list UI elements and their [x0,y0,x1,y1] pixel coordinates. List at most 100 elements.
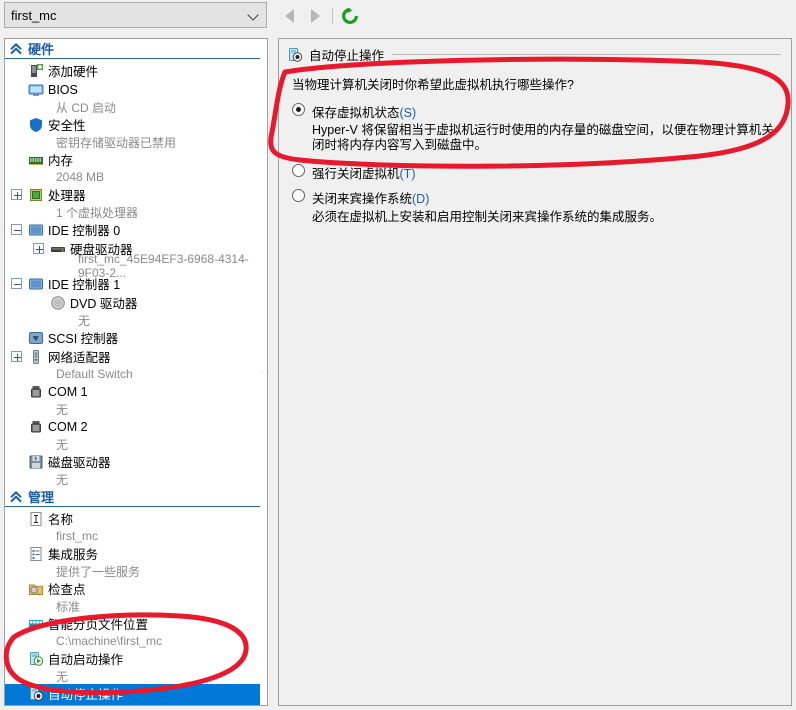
auto-stop-icon [289,47,303,62]
sidebar-item-label: 集成服务 [48,548,99,562]
option-shut-down-guest-label: 关闭来宾操作系统(D) [312,192,430,206]
bios-monitor-icon [28,84,44,96]
sidebar-item-subtext: first_mc [56,529,98,543]
add-hardware-icon [31,63,43,77]
sidebar-item-subtext: 无 [78,313,91,328]
integration-services-icon [30,546,42,561]
scsi-controller-icon [29,331,43,344]
radio-turn-off[interactable] [292,164,305,177]
shield-icon [30,117,42,132]
sidebar-item-floppy-drive[interactable]: 磁盘驱动器 [5,452,267,471]
sidebar-item-subtext: Default Switch [56,367,133,381]
auto-stop-icon [30,686,44,701]
sidebar-item-checkpoints[interactable]: 检查点 [5,579,267,598]
sidebar-item-network-adapter[interactable]: 网络适配器 [5,347,267,366]
ide-controller-icon [29,224,43,235]
sidebar-item-automatic-stop-action[interactable]: 自动停止操作 [5,684,267,703]
section-header-hardware[interactable]: 硬件 [5,39,267,59]
sidebar-item-subtext: 保存 [5,703,267,705]
option-save-state-label: 保存虚拟机状态(S) [312,106,417,120]
refresh-button[interactable] [337,3,363,29]
chevron-double-up-icon [10,490,22,502]
toolbar-divider [332,8,333,24]
sidebar-item-label: 自动停止操作 [48,688,124,702]
sidebar-item-subtext: 提供了一些服务 [56,564,141,579]
com-port-icon [31,420,41,432]
settings-navigation-sidebar[interactable]: 硬件 添加硬件 BIOS 从 CD 启动 安全性 密钥存储驱动器已禁用 内存 2048 MB 处… [4,38,268,706]
sidebar-item-label: 磁盘驱动器 [48,456,111,470]
sidebar-item-automatic-start-action[interactable]: 自动启动操作 [5,649,267,668]
sidebar-item-subtext: 标准 [56,599,81,614]
detail-pane-body: 当物理计算机关闭时你希望此虚拟机执行哪些操作? 保存虚拟机状态(S) Hyper… [279,64,791,225]
sidebar-item-name[interactable]: 名称 [5,509,267,528]
sidebar-item-add-hardware[interactable]: 添加硬件 [5,61,267,80]
section-header-management[interactable]: 管理 [5,487,267,507]
stop-action-radio-group: 保存虚拟机状态(S) Hyper-V 将保留相当于虚拟机运行时使用的内存量的磁盘… [292,102,779,225]
vm-selector-dropdown[interactable]: first_mc [4,2,267,28]
sidebar-item-hard-drive[interactable]: 硬盘驱动器 [5,239,267,258]
network-adapter-icon [33,349,39,364]
sidebar-item-memory[interactable]: 内存 [5,150,267,169]
checkpoint-icon [29,584,43,595]
sidebar-item-label: SCSI 控制器 [48,332,119,346]
sidebar-item-label: BIOS [48,82,78,97]
sidebar-item-label: 内存 [48,154,74,168]
option-save-state[interactable]: 保存虚拟机状态(S) [292,102,779,121]
arrow-left-icon [284,9,294,23]
radio-shut-down-guest[interactable] [292,189,305,202]
sidebar-item-smart-paging-file-location[interactable]: 智能分页文件位置 [5,614,267,633]
smart-paging-icon [29,619,43,628]
collapse-icon[interactable] [11,224,22,235]
forward-button[interactable] [302,3,328,29]
sidebar-item-ide-controller-0[interactable]: IDE 控制器 0 [5,220,267,239]
sidebar-item-bios[interactable]: BIOS [5,80,267,99]
header-divider [392,54,781,55]
sidebar-item-label: 安全性 [48,119,86,133]
sidebar-item-label: 硬盘驱动器 [70,243,133,257]
sidebar-item-label: 网络适配器 [48,351,111,365]
page-title: 自动停止操作 [309,49,385,63]
option-turn-off[interactable]: 强行关闭虚拟机(T) [292,163,779,182]
com-port-icon [31,385,41,397]
sidebar-item-subtext: C:\machine\first_mc [56,634,163,648]
sidebar-item-com-2[interactable]: COM 2 [5,417,267,436]
sidebar-item-dvd-drive[interactable]: DVD 驱动器 [5,293,267,312]
chevron-down-icon[interactable] [240,3,266,27]
sidebar-item-subtext: first_mc_45E94EF3-6968-4314-9F03-2... [78,252,249,280]
hyper-v-settings-window: first_mc 硬件 添加硬件 BIOS 从 CD 启动 安全性 密钥存储驱动器已禁用内… [0,0,796,710]
sidebar-scrollbar[interactable]: ··· [260,39,267,705]
sidebar-item-security[interactable]: 安全性 [5,115,267,134]
sidebar-item-label: 名称 [48,513,74,527]
expand-icon[interactable] [33,243,44,254]
option-shut-down-guest[interactable]: 关闭来宾操作系统(D) [292,188,779,207]
hard-drive-icon [51,246,65,252]
sidebar-item-label: IDE 控制器 0 [48,224,121,238]
chevron-double-up-icon [10,42,22,54]
top-toolbar: first_mc [0,0,796,32]
sidebar-item-subtext: 1 个虚拟处理器 [56,205,139,220]
arrow-right-icon [310,9,320,23]
expand-icon[interactable] [11,189,22,200]
sidebar-item-label: 添加硬件 [48,65,99,79]
sidebar-item-scsi-controller[interactable]: SCSI 控制器 [5,328,267,347]
back-button[interactable] [276,3,302,29]
sidebar-item-com-1[interactable]: COM 1 [5,382,267,401]
section-title: 硬件 [28,42,55,57]
sidebar-item-processor[interactable]: 处理器 [5,185,267,204]
option-shut-down-guest-description: 必须在虚拟机上安装和启用控制关闭来宾操作系统的集成服务。 [312,210,663,224]
expand-icon[interactable] [11,351,22,362]
radio-save-state[interactable] [292,103,305,116]
collapse-icon[interactable] [11,278,22,289]
sidebar-item-ide-controller-1[interactable]: IDE 控制器 1 [5,274,267,293]
sidebar-item-label: DVD 驱动器 [70,297,138,311]
sidebar-item-label: 智能分页文件位置 [48,618,149,632]
memory-ram-icon [29,156,43,165]
sidebar-item-subtext: 无 [56,437,69,452]
sidebar-item-label: COM 2 [48,419,88,434]
sidebar-item-subtext: 无 [56,669,69,684]
sidebar-item-label: 检查点 [48,583,86,597]
vm-selector-value: first_mc [11,7,57,23]
settings-tree: 硬件 添加硬件 BIOS 从 CD 启动 安全性 密钥存储驱动器已禁用 内存 2048 MB 处… [5,39,267,705]
question-label: 当物理计算机关闭时你希望此虚拟机执行哪些操作? [292,78,574,92]
sidebar-item-integration-services[interactable]: 集成服务 [5,544,267,563]
